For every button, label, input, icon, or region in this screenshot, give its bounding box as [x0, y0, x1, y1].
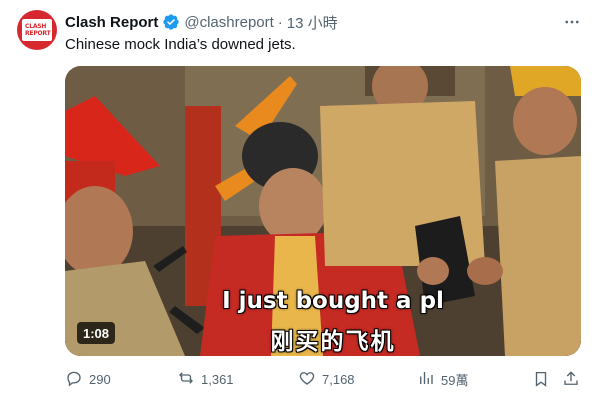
views-button[interactable]: 59萬 [417, 368, 468, 390]
video-subtitle-english: I just bought a pl [222, 288, 444, 314]
more-icon[interactable] [562, 12, 582, 32]
like-button[interactable]: 7,168 [298, 368, 355, 390]
avatar-logo: CLASH REPORT [22, 19, 52, 41]
views-icon [417, 369, 435, 390]
video-player[interactable]: I just bought a pl 刚买的飞机 1:08 [65, 66, 581, 356]
reply-count: 290 [89, 371, 111, 387]
separator-dot: · [277, 13, 283, 31]
repost-count: 1,361 [201, 371, 234, 387]
views-count: 59萬 [441, 372, 469, 388]
post-time[interactable]: 13 小時 [287, 12, 338, 33]
video-subtitle-chinese: 刚买的飞机 [270, 329, 396, 355]
action-bar: 290 1,361 7,168 59萬 [65, 368, 581, 390]
like-count: 7,168 [322, 371, 355, 387]
reply-button[interactable]: 290 [65, 368, 111, 390]
author-handle[interactable]: @clashreport [184, 14, 273, 31]
tweet: CLASH REPORT Clash Report @clashreport ·… [0, 0, 600, 407]
video-duration-badge: 1:08 [77, 322, 116, 344]
tweet-text: Chinese mock India’s downed jets. [65, 36, 296, 53]
avatar-logo-line-1: CLASH [25, 23, 47, 30]
repost-icon [177, 369, 195, 390]
tweet-header: Clash Report @clashreport · 13 小時 [65, 12, 338, 32]
bookmark-icon[interactable] [531, 369, 551, 389]
like-icon [298, 369, 316, 390]
reply-icon [65, 369, 83, 390]
repost-button[interactable]: 1,361 [177, 368, 234, 390]
verified-badge-icon [162, 13, 180, 31]
share-icon[interactable] [561, 369, 581, 389]
avatar[interactable]: CLASH REPORT [17, 10, 57, 50]
avatar-logo-line-2: REPORT [25, 30, 51, 37]
author-name[interactable]: Clash Report [65, 14, 158, 31]
